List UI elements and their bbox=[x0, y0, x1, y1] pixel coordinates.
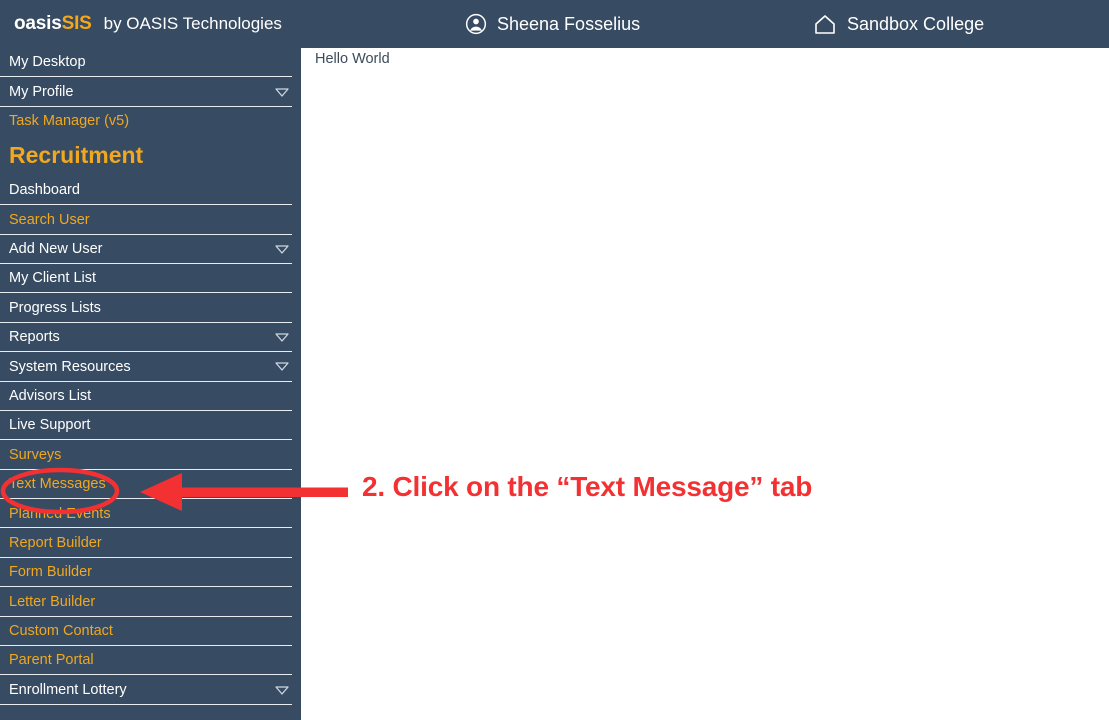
sidebar-item-text-messages[interactable]: Text Messages bbox=[0, 470, 301, 500]
sidebar-item-label: Planned Events bbox=[9, 505, 111, 522]
sidebar-item-label: Live Support bbox=[9, 417, 91, 434]
sidebar-item-enrollment-lottery[interactable]: Enrollment Lottery bbox=[0, 675, 301, 705]
sidebar-item-surveys[interactable]: Surveys bbox=[0, 440, 301, 470]
chevron-down-icon[interactable] bbox=[275, 362, 289, 372]
user-circle-icon bbox=[464, 12, 488, 36]
home-icon bbox=[813, 12, 837, 36]
page-body-text: Hello World bbox=[315, 51, 390, 67]
chevron-down-icon[interactable] bbox=[275, 332, 289, 342]
chevron-down-icon[interactable] bbox=[275, 685, 289, 695]
sidebar-item-task-manager[interactable]: Task Manager (v5) bbox=[0, 107, 301, 136]
sidebar-item-my-desktop[interactable]: My Desktop bbox=[0, 48, 301, 78]
sidebar-item-planned-events[interactable]: Planned Events bbox=[0, 499, 301, 529]
app-header: oasis SIS by OASIS Technologies Sheena Fo… bbox=[0, 0, 1109, 48]
sidebar-item-live-support[interactable]: Live Support bbox=[0, 411, 301, 441]
header-org-selector[interactable]: Sandbox College bbox=[813, 12, 984, 36]
sidebar-item-label: Reports bbox=[9, 329, 60, 346]
sidebar-item-label: System Resources bbox=[9, 358, 131, 375]
sidebar-item-letter-builder[interactable]: Letter Builder bbox=[0, 587, 301, 617]
sidebar-item-label: Form Builder bbox=[9, 564, 92, 581]
sidebar-item-label: Surveys bbox=[9, 446, 62, 463]
sidebar-item-label: Add New User bbox=[9, 241, 103, 257]
sidebar-item-label: Letter Builder bbox=[9, 593, 96, 610]
sidebar-item-report-builder[interactable]: Report Builder bbox=[0, 528, 301, 558]
sidebar-item-label: Enrollment Lottery bbox=[9, 681, 127, 698]
sidebar-item-reports[interactable]: Reports bbox=[0, 323, 301, 353]
sidebar-item-label: Report Builder bbox=[9, 534, 102, 551]
sidebar-item-form-builder[interactable]: Form Builder bbox=[0, 558, 301, 588]
sidebar-item-dashboard[interactable]: Dashboard bbox=[0, 176, 301, 206]
sidebar-navigation: My Desktop My Profile Task Manager (v5) … bbox=[0, 48, 301, 720]
sidebar-separator bbox=[0, 703, 292, 705]
sidebar-item-label: My Client List bbox=[9, 270, 97, 287]
sidebar-item-advisors-list[interactable]: Advisors List bbox=[0, 382, 301, 411]
sidebar-item-label: Advisors List bbox=[9, 387, 92, 404]
brand-byline: by OASIS Technologies bbox=[103, 14, 282, 33]
sidebar-item-label: Search User bbox=[9, 211, 90, 228]
sidebar-item-parent-portal[interactable]: Parent Portal bbox=[0, 646, 301, 676]
header-user-name: Sheena Fosselius bbox=[497, 13, 641, 34]
brand-logo[interactable]: oasis SIS by OASIS Technologies bbox=[14, 13, 282, 35]
header-user-menu[interactable]: Sheena Fosselius bbox=[464, 12, 640, 36]
sidebar-item-label: Custom Contact bbox=[9, 623, 113, 640]
sidebar-item-label: My Desktop bbox=[9, 54, 86, 71]
sidebar-item-add-new-user[interactable]: Add New User bbox=[0, 235, 301, 264]
sidebar-item-label: Text Messages bbox=[9, 476, 106, 493]
main-content-area: Hello World bbox=[301, 48, 1109, 720]
sidebar-item-label: Progress Lists bbox=[9, 299, 101, 316]
sidebar-item-my-profile[interactable]: My Profile bbox=[0, 77, 301, 107]
sidebar-item-label: Task Manager (v5) bbox=[9, 113, 130, 130]
header-org-name: Sandbox College bbox=[847, 13, 985, 34]
chevron-down-icon[interactable] bbox=[275, 87, 289, 97]
chevron-down-icon[interactable] bbox=[275, 244, 289, 254]
sidebar-item-label: My Profile bbox=[9, 83, 74, 100]
sidebar-item-custom-contact[interactable]: Custom Contact bbox=[0, 617, 301, 647]
brand-name-primary: oasis bbox=[14, 13, 62, 34]
sidebar-item-system-resources[interactable]: System Resources bbox=[0, 352, 301, 382]
sidebar-item-label: Parent Portal bbox=[9, 652, 94, 669]
sidebar-item-my-client-list[interactable]: My Client List bbox=[0, 264, 301, 294]
sidebar-item-search-user[interactable]: Search User bbox=[0, 205, 301, 235]
sidebar-section-label: Recruitment bbox=[9, 142, 144, 169]
sidebar-item-label: Dashboard bbox=[9, 182, 80, 199]
sidebar-item-progress-lists[interactable]: Progress Lists bbox=[0, 293, 301, 323]
sidebar-section-heading-recruitment: Recruitment bbox=[0, 136, 301, 176]
brand-name-accent: SIS bbox=[61, 13, 92, 34]
